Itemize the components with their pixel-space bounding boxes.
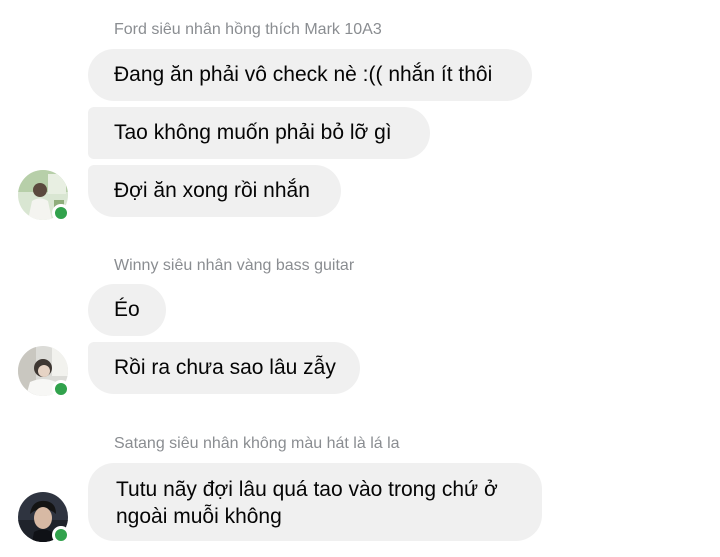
sender-name: Ford siêu nhân hồng thích Mark 10A3 [114, 21, 382, 38]
message-bubble[interactable]: Tutu nãy đợi lâu quá tao vào trong chứ ở… [88, 463, 542, 541]
message-bubble[interactable]: Tao không muốn phải bỏ lỡ gì [88, 107, 430, 159]
avatar[interactable] [18, 170, 70, 222]
avatar[interactable] [18, 346, 70, 398]
online-status-dot [52, 204, 70, 222]
online-status-dot [52, 380, 70, 398]
avatar[interactable] [18, 492, 70, 544]
message-bubble[interactable]: Éo [88, 284, 166, 336]
sender-name: Satang siêu nhân không màu hát là lá la [114, 435, 400, 452]
sender-name: Winny siêu nhân vàng bass guitar [114, 257, 355, 274]
message-bubble[interactable]: Đang ăn phải vô check nè :(( nhắn ít thô… [88, 49, 532, 101]
message-bubble[interactable]: Rồi ra chưa sao lâu zẫy [88, 342, 360, 394]
online-status-dot [52, 526, 70, 544]
message-bubble[interactable]: Đợi ăn xong rồi nhắn [88, 165, 341, 217]
